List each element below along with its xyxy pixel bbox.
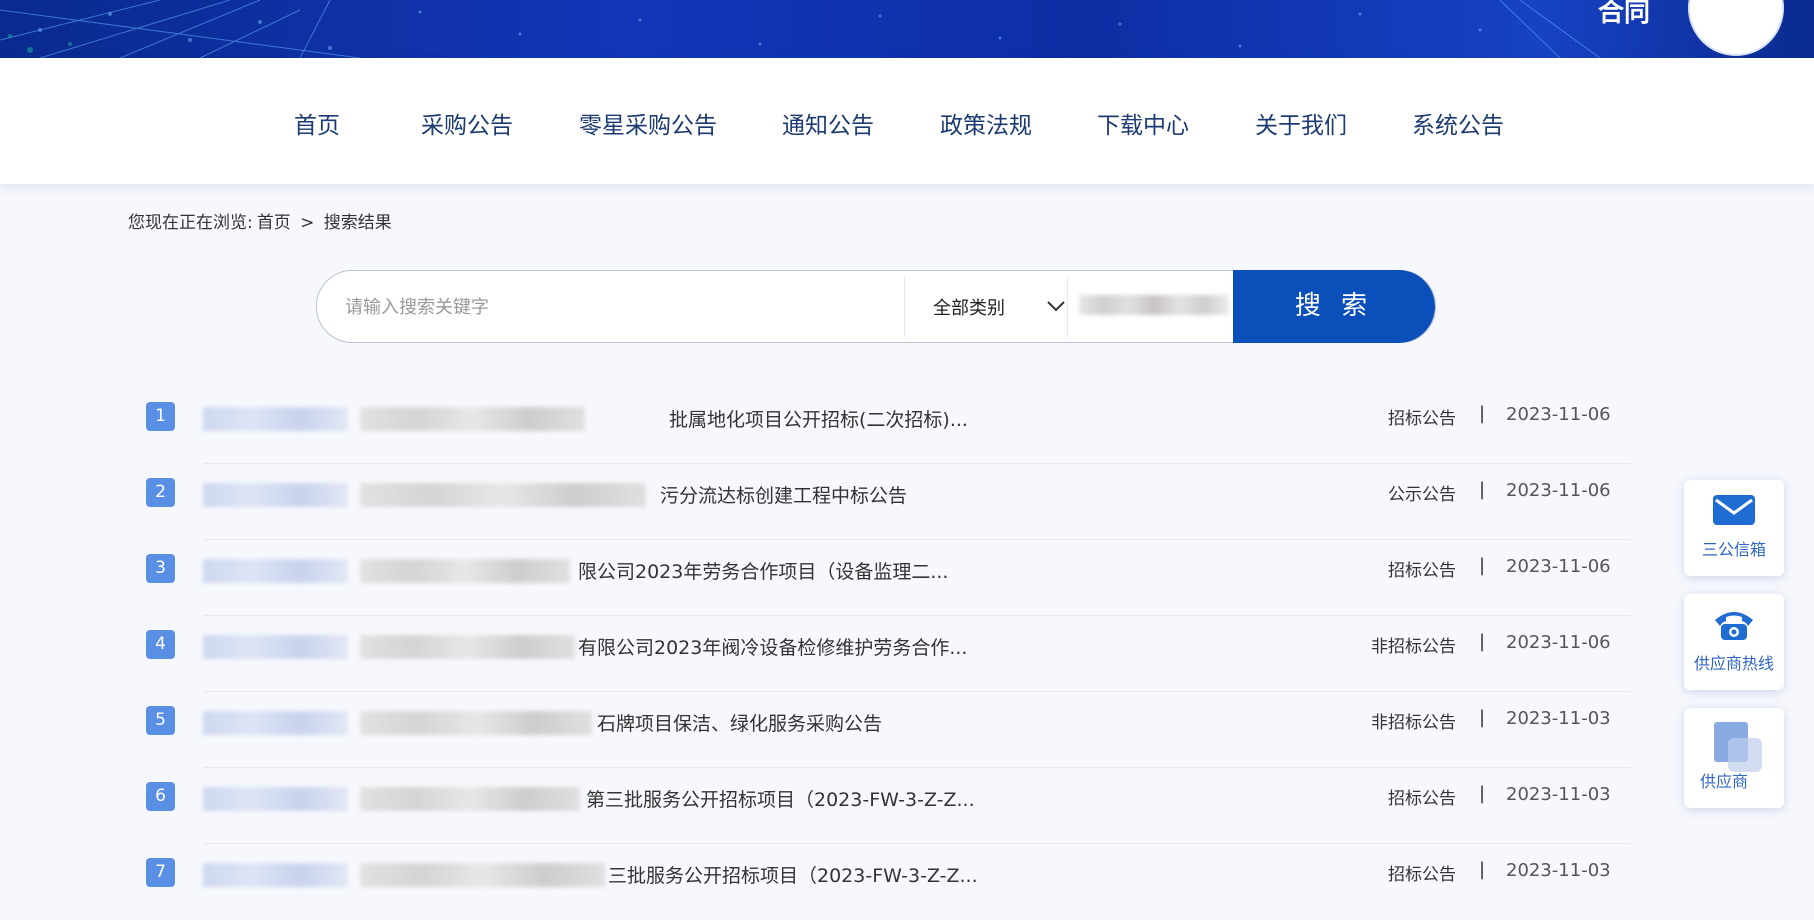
result-date: 2023-11-03	[1506, 708, 1611, 729]
list-item: 4 有限公司2023年阀冷设备检修维护劳务合作... 非招标公告 | 2023-…	[146, 616, 1630, 692]
nav-item-system[interactable]: 系统公告	[1412, 106, 1504, 140]
item-number-badge: 2	[146, 478, 175, 507]
search-input[interactable]	[343, 271, 907, 342]
redacted-text	[203, 559, 348, 583]
chevron-down-icon	[1047, 301, 1065, 312]
nav-item-about[interactable]: 关于我们	[1255, 106, 1347, 140]
supplier-label: 供应商	[1699, 772, 1748, 791]
nav-item-policies[interactable]: 政策法规	[940, 106, 1032, 140]
redacted-text	[360, 407, 585, 431]
nav-item-home[interactable]: 首页	[294, 106, 340, 140]
nav-item-downloads[interactable]: 下载中心	[1097, 106, 1189, 140]
item-number-badge: 1	[146, 402, 175, 431]
supplier-widget[interactable]: 供应商	[1684, 708, 1784, 808]
breadcrumb: 您现在正在浏览: 首页 > 搜索结果	[128, 208, 396, 233]
result-title-link[interactable]: 限公司2023年劳务合作项目（设备监理二...	[578, 557, 948, 584]
result-date: 2023-11-06	[1506, 556, 1611, 577]
result-title-link[interactable]: 三批服务公开招标项目（2023-FW-3-Z-Z...	[608, 861, 978, 888]
result-category: 招标公告	[1388, 789, 1456, 809]
banner-text: 合同	[1598, 0, 1651, 28]
redacted-text	[360, 559, 570, 583]
result-title-link[interactable]: 石牌项目保洁、绿化服务采购公告	[597, 709, 882, 736]
nav-item-small-procurement[interactable]: 零星采购公告	[579, 106, 717, 140]
result-date: 2023-11-06	[1506, 480, 1611, 501]
list-item: 7 三批服务公开招标项目（2023-FW-3-Z-Z... 招标公告 | 202…	[146, 844, 1630, 920]
redacted-text	[360, 483, 646, 507]
item-number-badge: 5	[146, 706, 175, 735]
separator: |	[1479, 479, 1486, 500]
hotline-widget[interactable]: 供应商热线	[1684, 594, 1784, 690]
category-select[interactable]: 全部类别	[917, 271, 1067, 342]
item-number-badge: 4	[146, 630, 175, 659]
search-divider	[1067, 277, 1068, 337]
result-date: 2023-11-03	[1506, 860, 1611, 881]
separator: |	[1479, 859, 1486, 880]
redacted-text	[203, 711, 348, 735]
redacted-text	[203, 483, 348, 507]
list-item: 2 污分流达标创建工程中标公告 公示公告 | 2023-11-06	[146, 464, 1630, 540]
result-category: 招标公告	[1388, 409, 1456, 429]
redacted-text	[360, 787, 580, 811]
result-category: 非招标公告	[1371, 637, 1456, 657]
main-nav: 首页 采购公告 零星采购公告 通知公告 政策法规 下载中心 关于我们 系统公告	[0, 58, 1814, 184]
redacted-text	[360, 635, 575, 659]
nav-item-notices[interactable]: 通知公告	[782, 106, 874, 140]
secondary-field-redacted[interactable]	[1079, 295, 1229, 315]
search-divider	[904, 277, 905, 337]
list-item: 5 石牌项目保洁、绿化服务采购公告 非招标公告 | 2023-11-03	[146, 692, 1630, 768]
result-title-link[interactable]: 批属地化项目公开招标(二次招标)...	[669, 405, 968, 432]
mailbox-widget[interactable]: 三公信箱	[1684, 480, 1784, 576]
redacted-text	[360, 711, 592, 735]
result-date: 2023-11-06	[1506, 404, 1611, 425]
item-number-badge: 6	[146, 782, 175, 811]
separator: |	[1479, 403, 1486, 424]
result-title-link[interactable]: 污分流达标创建工程中标公告	[660, 481, 907, 508]
result-date: 2023-11-03	[1506, 784, 1611, 805]
list-item: 6 第三批服务公开招标项目（2023-FW-3-Z-Z... 招标公告 | 20…	[146, 768, 1630, 844]
category-select-value: 全部类别	[933, 298, 1005, 319]
header-banner: 合同	[0, 0, 1814, 58]
banner-network-graphic	[0, 0, 1601, 58]
list-item: 3 限公司2023年劳务合作项目（设备监理二... 招标公告 | 2023-11…	[146, 540, 1630, 616]
result-list: 1 批属地化项目公开招标(二次招标)... 招标公告 | 2023-11-06 …	[146, 388, 1630, 920]
result-category: 公示公告	[1388, 485, 1456, 505]
result-category: 招标公告	[1388, 865, 1456, 885]
result-category: 招标公告	[1388, 561, 1456, 581]
list-item: 1 批属地化项目公开招标(二次招标)... 招标公告 | 2023-11-06	[146, 388, 1630, 464]
redacted-text	[203, 863, 348, 887]
redacted-text	[203, 407, 348, 431]
separator: |	[1479, 707, 1486, 728]
separator: |	[1479, 555, 1486, 576]
search-button[interactable]: 搜 索	[1233, 270, 1435, 343]
breadcrumb-home[interactable]: 首页	[257, 213, 291, 233]
result-category: 非招标公告	[1371, 713, 1456, 733]
result-title-link[interactable]: 有限公司2023年阀冷设备检修维护劳务合作...	[578, 633, 967, 660]
separator: |	[1479, 631, 1486, 652]
result-title-link[interactable]: 第三批服务公开招标项目（2023-FW-3-Z-Z...	[586, 785, 975, 812]
redacted-text	[360, 863, 605, 887]
item-number-badge: 7	[146, 858, 175, 887]
mail-icon	[1713, 495, 1755, 525]
mailbox-label: 三公信箱	[1701, 540, 1766, 559]
redacted-text	[203, 787, 348, 811]
redacted-text	[203, 635, 348, 659]
breadcrumb-separator: >	[300, 213, 315, 233]
separator: |	[1479, 783, 1486, 804]
item-number-badge: 3	[146, 554, 175, 583]
breadcrumb-prefix: 您现在正在浏览:	[128, 213, 253, 233]
hotline-label: 供应商热线	[1693, 654, 1774, 673]
nav-item-procurement[interactable]: 采购公告	[421, 106, 513, 140]
result-date: 2023-11-06	[1506, 632, 1611, 653]
breadcrumb-current: 搜索结果	[323, 213, 392, 233]
phone-icon	[1715, 612, 1753, 640]
